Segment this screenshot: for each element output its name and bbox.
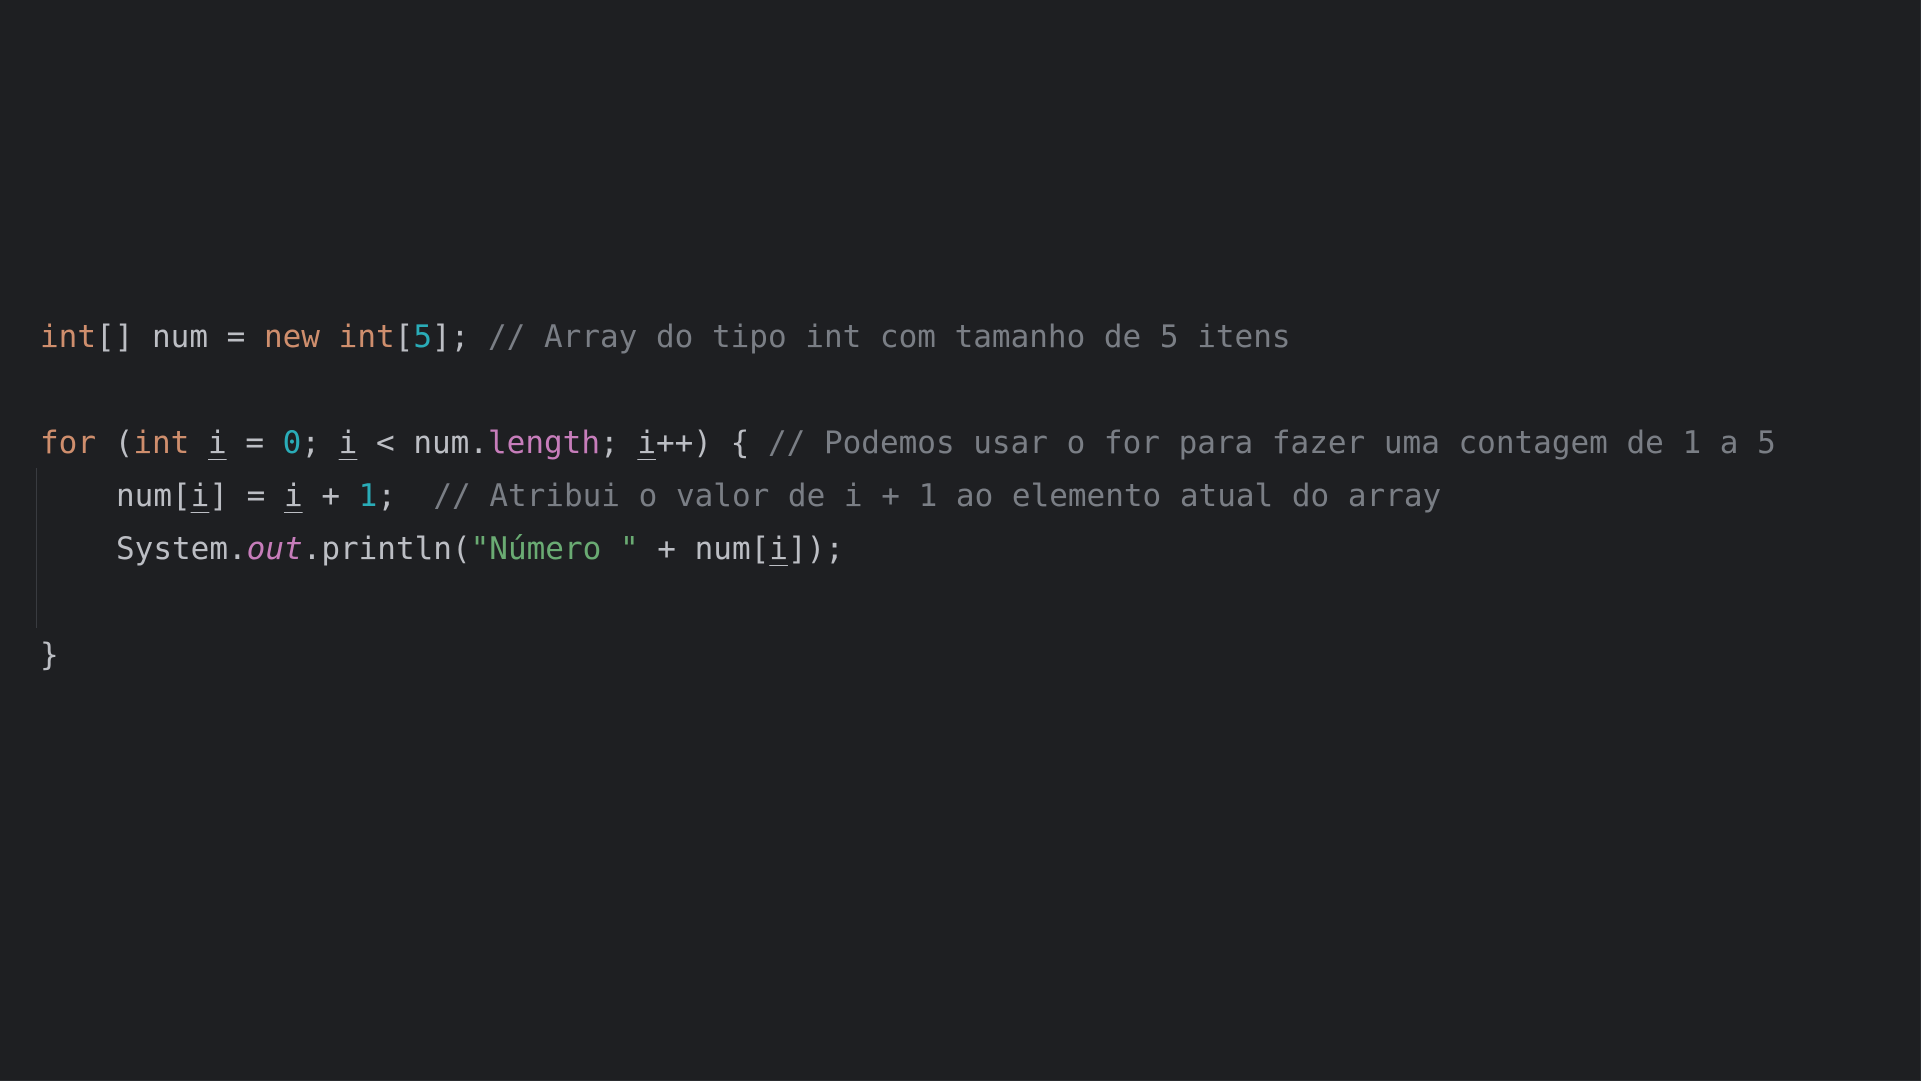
code-token: int [338, 319, 395, 355]
code-line[interactable]: ​ [40, 576, 1776, 629]
code-line[interactable]: ​ [40, 364, 1776, 417]
code-token: = [226, 425, 283, 461]
code-token: ; [377, 478, 434, 514]
code-line[interactable]: for (int i = 0; i < num.length; i++) { /… [40, 417, 1776, 470]
code-token: i [208, 425, 227, 461]
code-comment: // Array do tipo int com tamanho de 5 it… [488, 319, 1291, 355]
code-line[interactable]: num[i] = i + 1; // Atribui o valor de i … [40, 470, 1776, 523]
code-token: i [283, 478, 303, 514]
code-token: < num. [357, 425, 488, 461]
code-token: System. [116, 531, 247, 567]
code-token: i [769, 531, 788, 567]
code-token: + [302, 478, 359, 514]
code-token: ]; [432, 319, 488, 355]
code-token: "Número " [470, 531, 639, 567]
code-token: ++) { [655, 425, 768, 461]
code-comment: // Podemos usar o for para fazer uma con… [767, 425, 1776, 461]
code-token: new [263, 319, 320, 355]
code-token: ; [599, 425, 638, 461]
code-token: ; [301, 425, 339, 461]
code-token: [] num = [96, 319, 264, 355]
code-token: ( [96, 425, 134, 461]
code-token: out [246, 531, 303, 567]
code-block[interactable]: int[] num = new int[5]; // Array do tipo… [40, 311, 1776, 682]
code-token: .println( [302, 531, 471, 567]
code-token: 5 [413, 319, 432, 355]
code-token: i [338, 425, 358, 461]
code-token: int [133, 425, 190, 461]
code-line[interactable]: } [40, 629, 1776, 682]
code-token: ]); [787, 531, 844, 567]
code-token: i [637, 425, 656, 461]
code-token: } [40, 637, 59, 673]
code-token: [ [394, 319, 414, 355]
indent-guide [36, 468, 37, 628]
code-editor[interactable]: int[] num = new int[5]; // Array do tipo… [0, 0, 1921, 1081]
code-token: 1 [358, 478, 378, 514]
code-comment: // Atribui o valor de i + 1 ao elemento … [433, 478, 1442, 514]
code-token: ] = [209, 478, 284, 514]
code-token: 0 [282, 425, 302, 461]
code-token: length [488, 425, 600, 461]
code-line[interactable]: int[] num = new int[5]; // Array do tipo… [40, 311, 1776, 364]
code-token: num[ [116, 478, 191, 514]
code-token: + num[ [638, 531, 770, 567]
code-token: i [190, 478, 210, 514]
code-line[interactable]: System.out.println("Número " + num[i]); [40, 523, 1776, 576]
code-token: for [40, 425, 96, 461]
code-token: int [40, 319, 96, 355]
